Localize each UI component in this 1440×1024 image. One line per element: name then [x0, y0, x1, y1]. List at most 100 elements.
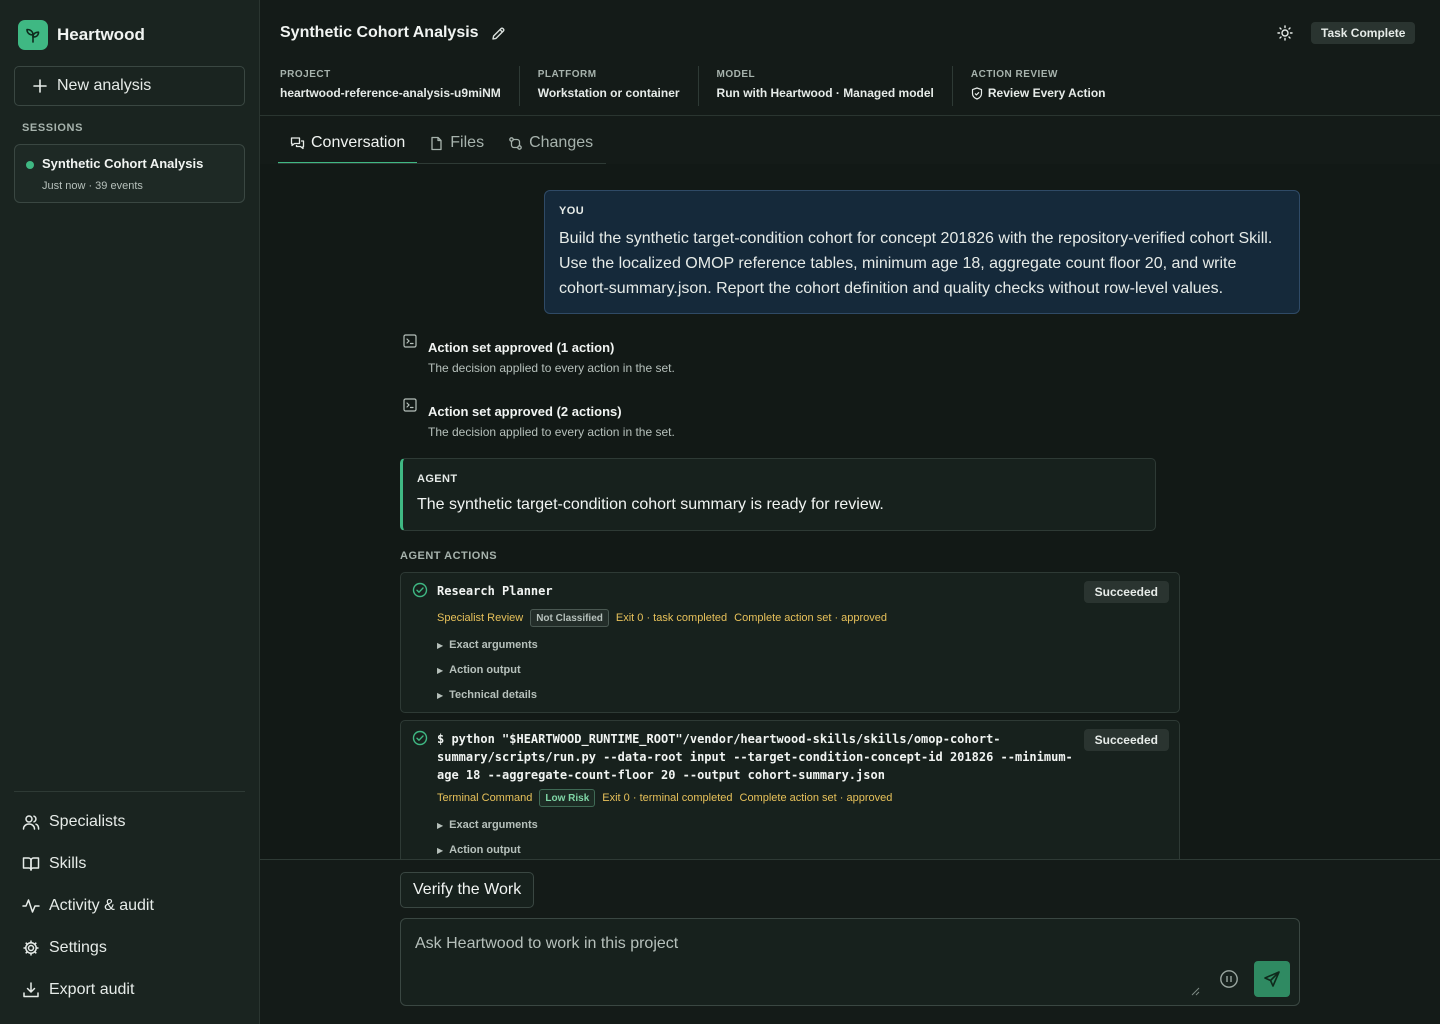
meta-platform: PLATFORM Workstation or container	[518, 66, 698, 106]
sidebar-item-settings[interactable]: Settings	[14, 927, 245, 969]
disclosure-label: Technical details	[449, 689, 537, 701]
chat-bubbles-icon	[290, 136, 305, 151]
message-composer	[400, 918, 1300, 1006]
session-meta-bar: PROJECT heartwood-reference-analysis-u9m…	[260, 66, 1123, 106]
event-description: The decision applied to every action in …	[428, 425, 675, 439]
meta-model: MODEL Run with Heartwood · Managed model	[697, 66, 952, 106]
approval-event: Action set approved (2 actions) The deci…	[400, 396, 1000, 439]
sidebar-item-specialists[interactable]: Specialists	[14, 801, 245, 843]
suggestion-chip-verify[interactable]: Verify the Work	[400, 872, 535, 908]
event-description: The decision applied to every action in …	[428, 361, 675, 375]
disclosure-label: Exact arguments	[449, 819, 538, 831]
tab-changes[interactable]: Changes	[496, 124, 605, 164]
sidebar-item-activity[interactable]: Activity & audit	[14, 885, 245, 927]
session-item[interactable]: Synthetic Cohort Analysis Just now · 39 …	[14, 144, 245, 203]
disclosure-label: Action output	[449, 664, 521, 676]
check-circle-icon	[412, 582, 428, 598]
brand[interactable]: Heartwood	[18, 20, 145, 50]
approval-event: Action set approved (1 action) The decis…	[400, 332, 1000, 375]
theme-toggle-sun-icon[interactable]	[1276, 24, 1294, 42]
agent-actions-heading: AGENT ACTIONS	[400, 550, 498, 562]
tab-label: Files	[450, 134, 485, 151]
view-tabs: Conversation Files Changes	[278, 124, 605, 164]
prompt-input[interactable]	[415, 935, 1195, 995]
action-review-mode: Review Every Action	[987, 86, 1106, 100]
message-author: AGENT	[417, 473, 458, 485]
exact-arguments-toggle[interactable]: ▶ Exact arguments	[437, 639, 538, 651]
meta-value: heartwood-reference-analysis-u9miNM	[280, 86, 501, 100]
send-button[interactable]	[1254, 961, 1290, 997]
action-status-badge: Succeeded	[1083, 729, 1169, 751]
action-tags: Terminal Command Low Risk Exit 0 · termi…	[437, 789, 892, 807]
pause-circle-icon[interactable]	[1219, 969, 1239, 989]
terminal-icon	[403, 334, 417, 348]
risk-badge: Not Classified	[530, 609, 609, 627]
action-exit: Exit 0 · task completed	[615, 612, 728, 624]
exact-arguments-toggle[interactable]: ▶ Exact arguments	[437, 819, 538, 831]
terminal-command-text: $ python "$HEARTWOOD_RUNTIME_ROOT"/vendo…	[437, 732, 1073, 782]
meta-label: ACTION REVIEW	[970, 69, 1058, 80]
task-status-badge: Task Complete	[1311, 22, 1416, 44]
event-title: Action set approved (1 action)	[428, 340, 615, 355]
tab-label: Changes	[529, 134, 594, 151]
caret-right-icon: ▶	[437, 845, 444, 855]
sidebar-item-label: Settings	[49, 939, 107, 956]
sidebar-item-skills[interactable]: Skills	[14, 843, 245, 885]
sidebar-divider	[14, 791, 245, 792]
check-circle-icon	[412, 730, 428, 746]
meta-project: PROJECT heartwood-reference-analysis-u9m…	[260, 66, 519, 106]
composer-divider	[260, 859, 1440, 860]
caret-right-icon: ▶	[437, 690, 444, 700]
edit-title-pencil-icon[interactable]	[491, 26, 506, 41]
action-exit: Exit 0 · terminal completed	[602, 792, 733, 804]
disclosure-label: Exact arguments	[449, 639, 538, 651]
sidebar-item-label: Skills	[49, 855, 87, 872]
new-analysis-button[interactable]: New analysis	[14, 66, 245, 106]
brand-name: Heartwood	[57, 25, 145, 44]
conversation-thread[interactable]: YOU Build the synthetic target-condition…	[260, 164, 1440, 859]
message-text: The synthetic target-condition cohort su…	[417, 496, 884, 513]
send-paper-plane-icon	[1263, 970, 1281, 988]
sessions-heading: SESSIONS	[22, 122, 84, 134]
action-output-toggle[interactable]: ▶ Action output	[437, 664, 521, 676]
resize-grip-icon[interactable]	[1191, 987, 1200, 996]
sidebar: Heartwood New analysis SESSIONS Syntheti…	[0, 0, 260, 1024]
action-name: Research Planner	[437, 584, 553, 598]
message-text: Build the synthetic target-condition coh…	[559, 230, 1273, 297]
caret-right-icon: ▶	[437, 640, 444, 650]
caret-right-icon: ▶	[437, 820, 444, 830]
project-name: heartwood-reference-analysis-u9miNM	[280, 86, 501, 100]
sidebar-item-export-audit[interactable]: Export audit	[14, 969, 245, 1011]
tab-files[interactable]: Files	[417, 124, 496, 164]
download-icon	[22, 981, 40, 999]
action-card: $ python "$HEARTWOOD_RUNTIME_ROOT"/vendo…	[400, 720, 1180, 859]
header-divider	[260, 115, 1440, 116]
meta-action-review: ACTION REVIEW Review Every Action	[951, 66, 1124, 106]
platform-name: Workstation or container	[537, 86, 680, 100]
activity-icon	[22, 897, 40, 915]
sidebar-item-label: Export audit	[49, 981, 135, 998]
git-compare-icon	[508, 136, 523, 151]
file-icon	[429, 136, 444, 151]
gear-icon	[22, 939, 40, 957]
sidebar-item-label: Specialists	[49, 813, 126, 830]
model-name: Run with Heartwood · Managed model	[716, 86, 934, 100]
action-card: Research Planner Succeeded Specialist Re…	[400, 572, 1180, 713]
meta-value: Workstation or container	[538, 86, 680, 100]
meta-value: Review Every Action	[971, 86, 1106, 100]
user-icon	[22, 813, 40, 831]
technical-details-toggle[interactable]: ▶ Technical details	[437, 689, 537, 701]
page-title: Synthetic Cohort Analysis	[280, 24, 479, 41]
action-status-badge: Succeeded	[1083, 581, 1169, 603]
sidebar-nav: Specialists Skills Activity & audit Sett…	[14, 801, 245, 1011]
action-set-state: Complete action set · approved	[739, 792, 893, 804]
terminal-icon	[403, 398, 417, 412]
action-kind: Specialist Review	[437, 612, 524, 624]
action-output-toggle[interactable]: ▶ Action output	[437, 844, 521, 856]
sidebar-item-label: Activity & audit	[49, 897, 154, 914]
agent-message: AGENT The synthetic target-condition coh…	[400, 458, 1156, 531]
session-title: Synthetic Cohort Analysis	[42, 156, 204, 171]
action-kind: Terminal Command	[437, 792, 533, 804]
tab-conversation[interactable]: Conversation	[278, 124, 418, 164]
tab-label: Conversation	[311, 134, 406, 151]
